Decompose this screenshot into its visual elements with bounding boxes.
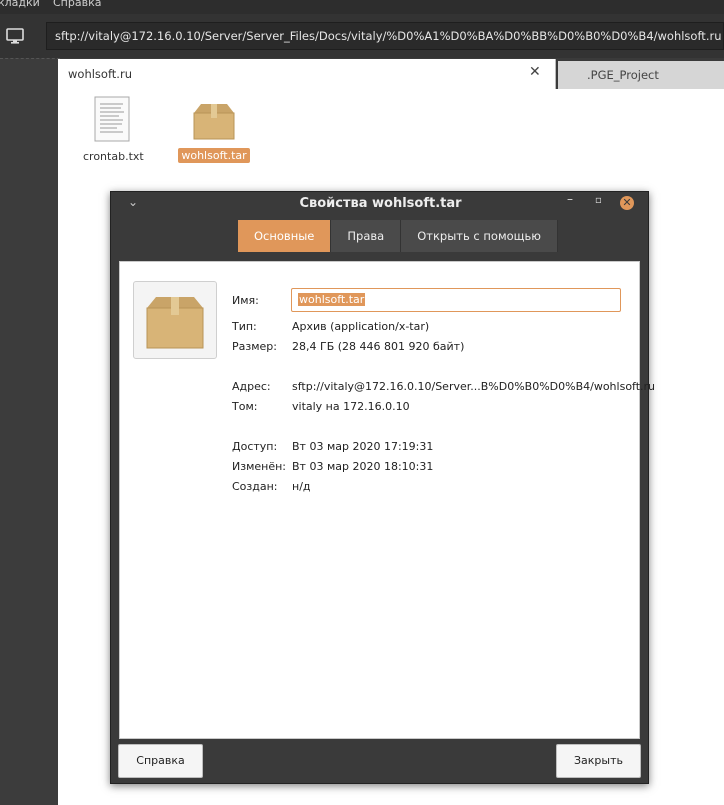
location-input[interactable]: sftp://vitaly@172.16.0.10/Server/Server_… <box>46 22 724 50</box>
properties-dialog: ⌄ Свойства wohlsoft.tar – ▫ ✕ Основные П… <box>110 191 655 784</box>
tab-open-with[interactable]: Открыть с помощью <box>401 220 558 252</box>
created-value: н/д <box>292 480 311 493</box>
type-value: Архив (application/x-tar) <box>292 320 430 333</box>
minimize-icon[interactable]: – <box>567 192 573 206</box>
dialog-body: Имя: wohlsoft.tar Тип: Архив (applicatio… <box>119 261 655 739</box>
close-icon[interactable]: ✕ <box>620 196 634 210</box>
tab-label: .PGE_Project <box>587 68 659 82</box>
file-icon-preview[interactable] <box>133 281 217 359</box>
name-label: Имя: <box>232 294 259 307</box>
file-name: crontab.txt <box>83 150 144 163</box>
tab-label: wohlsoft.ru <box>68 67 132 81</box>
volume-value: vitaly на 172.16.0.10 <box>292 400 410 413</box>
name-input-value: wohlsoft.tar <box>298 293 366 306</box>
menubar: кладки Справка <box>0 0 724 14</box>
file-item-wohlsoft-tar[interactable]: wohlsoft.tar <box>178 101 250 163</box>
address-label: Адрес: <box>232 380 271 393</box>
tab-bar: wohlsoft.ru ✕ .PGE_Project <box>58 59 724 89</box>
archive-icon <box>193 104 235 140</box>
size-label: Размер: <box>232 340 277 353</box>
archive-icon <box>146 297 204 349</box>
created-label: Создан: <box>232 480 278 493</box>
file-name: wohlsoft.tar <box>178 148 250 163</box>
file-item-crontab[interactable]: crontab.txt <box>80 96 144 164</box>
computer-icon[interactable] <box>6 27 24 45</box>
menu-bookmarks[interactable]: кладки <box>0 0 40 9</box>
close-button[interactable]: Закрыть <box>556 744 641 778</box>
tab-pge-project[interactable]: .PGE_Project <box>558 61 724 89</box>
tab-permissions[interactable]: Права <box>331 220 402 252</box>
volume-label: Том: <box>232 400 258 413</box>
help-button[interactable]: Справка <box>118 744 203 778</box>
tab-wohlsoft[interactable]: wohlsoft.ru ✕ <box>58 59 556 89</box>
location-bar: sftp://vitaly@172.16.0.10/Server/Server_… <box>0 14 724 58</box>
size-value: 28,4 ГБ (28 446 801 920 байт) <box>292 340 465 353</box>
access-value: Вт 03 мар 2020 17:19:31 <box>292 440 434 453</box>
dialog-tabs: Основные Права Открыть с помощью <box>238 220 558 252</box>
address-value: sftp://vitaly@172.16.0.10/Server...B%D0%… <box>292 380 656 393</box>
type-label: Тип: <box>232 320 257 333</box>
modified-label: Изменён: <box>232 460 287 473</box>
access-label: Доступ: <box>232 440 278 453</box>
maximize-icon[interactable]: ▫ <box>595 195 602 206</box>
sidebar <box>0 59 58 805</box>
name-input[interactable]: wohlsoft.tar <box>291 288 621 312</box>
close-tab-icon[interactable]: ✕ <box>529 64 541 80</box>
modified-value: Вт 03 мар 2020 18:10:31 <box>292 460 434 473</box>
menu-help[interactable]: Справка <box>53 0 101 9</box>
text-file-icon <box>94 96 130 142</box>
tab-basic[interactable]: Основные <box>238 220 332 252</box>
